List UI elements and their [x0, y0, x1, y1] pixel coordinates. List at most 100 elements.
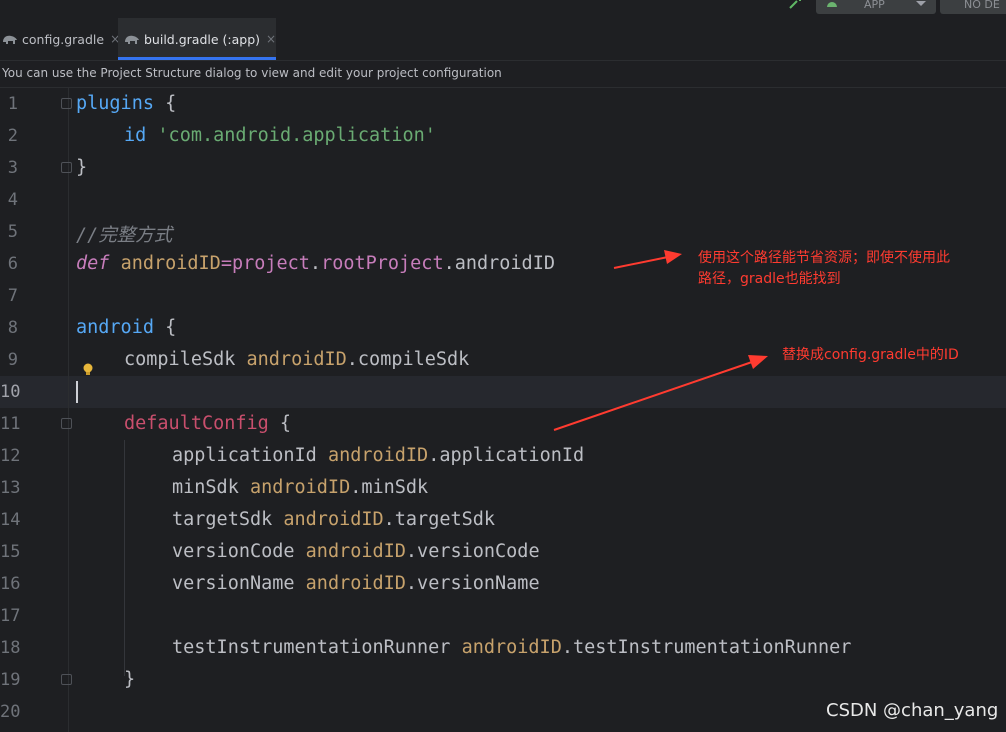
line-number: 4 [7, 190, 18, 210]
code-token: def [76, 253, 110, 274]
line-number: 11 [0, 414, 21, 434]
code-line-4[interactable]: 4 [0, 184, 1006, 216]
code-token: .testInstrumentationRunner [561, 637, 852, 658]
fold-icon[interactable] [61, 418, 72, 429]
code-line-10[interactable]: 10 [0, 376, 1006, 408]
code-token: { [268, 413, 292, 434]
code-line-1[interactable]: 1 plugins { [0, 88, 1006, 120]
code-token: = [220, 253, 232, 274]
code-token: .applicationId [428, 445, 585, 466]
code-line-8[interactable]: 8 android { [0, 312, 1006, 344]
code-line-16[interactable]: 16 versionName androidID.versionName [0, 568, 1006, 600]
code-line-13[interactable]: 13 minSdk androidID.minSdk [0, 472, 1006, 504]
line-number: 3 [7, 158, 18, 178]
run-configuration-label: APP [864, 0, 885, 11]
code-line-11[interactable]: 11 defaultConfig { [0, 408, 1006, 440]
code-line-12[interactable]: 12 applicationId androidID.applicationId [0, 440, 1006, 472]
line-number: 1 [7, 94, 18, 114]
code-token: { [153, 317, 177, 338]
code-token: android [76, 317, 154, 338]
code-token: androidID [327, 445, 429, 466]
device-selector[interactable]: NO DE [940, 0, 1006, 14]
code-token: targetSdk [172, 509, 273, 530]
annotation-note-2: 替换成config.gradle中的ID [782, 347, 959, 363]
code-token: . [309, 253, 322, 274]
toolbar: APP NO DE [0, 0, 1006, 18]
fold-icon[interactable] [61, 162, 72, 173]
line-number: 6 [7, 254, 18, 274]
code-token: .minSdk [350, 477, 429, 498]
code-token: androidID [120, 253, 221, 274]
code-line-19[interactable]: 19 } [0, 664, 1006, 696]
code-token: .compileSdk [346, 349, 470, 370]
editor-tab-bar: config.gradle × build.gradle (:app) × [0, 18, 1006, 61]
code-token: project [231, 253, 310, 274]
code-comment: //完整方式 [76, 225, 173, 246]
code-token: androidID [283, 509, 384, 530]
code-token: .versionName [405, 573, 540, 594]
code-token: minSdk [172, 477, 239, 498]
annotation-text: 使用这个路径能节省资源；即使不使用此 [698, 250, 950, 266]
code-token: .androidID [443, 253, 555, 274]
line-number: 7 [7, 286, 18, 306]
line-number: 14 [0, 510, 21, 530]
code-token: testInstrumentationRunner [172, 637, 451, 658]
line-number: 19 [0, 670, 21, 690]
line-number: 12 [0, 446, 21, 466]
tab-label: build.gradle (:app) [144, 31, 261, 47]
project-structure-banner: You can use the Project Structure dialog… [0, 61, 1006, 88]
code-token: } [124, 669, 136, 690]
code-line-18[interactable]: 18 testInstrumentationRunner androidID.t… [0, 632, 1006, 664]
code-line-17[interactable]: 17 [0, 600, 1006, 632]
code-line-2[interactable]: 2 id 'com.android.application' [0, 120, 1006, 152]
line-number: 8 [7, 318, 18, 338]
line-number: 13 [0, 478, 21, 498]
lightbulb-icon[interactable] [82, 362, 94, 376]
tab-config-gradle[interactable]: config.gradle × [0, 18, 120, 60]
code-token: rootProject [321, 253, 444, 274]
gradle-elephant-icon [124, 33, 140, 45]
line-number: 9 [7, 350, 18, 370]
code-token: applicationId [172, 445, 317, 466]
tab-label: config.gradle [22, 31, 105, 47]
code-token: androidID [249, 477, 351, 498]
code-token: id [124, 125, 147, 146]
code-line-15[interactable]: 15 versionCode androidID.versionCode [0, 536, 1006, 568]
gradle-elephant-icon [2, 33, 18, 45]
close-icon[interactable]: × [266, 32, 276, 46]
code-token: plugins [76, 93, 154, 114]
code-token: } [76, 157, 88, 178]
banner-text: You can use the Project Structure dialog… [2, 66, 502, 80]
code-line-5[interactable]: 5 //完整方式 [0, 216, 1006, 248]
line-number: 18 [0, 638, 21, 658]
text-caret [76, 381, 78, 403]
chevron-down-icon[interactable] [916, 1, 926, 6]
code-line-3[interactable]: 3 } [0, 152, 1006, 184]
tab-build-gradle-app[interactable]: build.gradle (:app) × [118, 18, 276, 60]
watermark: CSDN @chan_yang [826, 700, 999, 721]
code-token: { [153, 93, 177, 114]
code-token: androidID [246, 349, 347, 370]
fold-icon[interactable] [61, 674, 72, 685]
code-token: versionCode [172, 541, 295, 562]
code-token: androidID [305, 541, 406, 562]
annotation-text: 路径，gradle也能找到 [698, 271, 841, 287]
line-number: 2 [7, 126, 18, 146]
code-editor[interactable]: 1 plugins { 2 id 'com.android.applicatio… [0, 88, 1006, 732]
line-number: 10 [0, 382, 21, 402]
code-token: defaultConfig [124, 413, 269, 434]
code-token: .versionCode [405, 541, 540, 562]
run-configuration-selector[interactable]: APP [816, 0, 936, 14]
code-token: versionName [172, 573, 295, 594]
line-number: 16 [0, 574, 21, 594]
line-number: 5 [7, 222, 18, 242]
annotation-note-1: 使用这个路径能节省资源；即使不使用此 路径，gradle也能找到 [698, 248, 950, 290]
device-label: NO DE [964, 0, 1000, 11]
code-token: 'com.android.application' [157, 125, 436, 146]
line-number: 20 [0, 702, 21, 722]
code-token: androidID [305, 573, 406, 594]
fold-icon[interactable] [61, 98, 72, 109]
code-token: androidID [461, 637, 562, 658]
code-line-14[interactable]: 14 targetSdk androidID.targetSdk [0, 504, 1006, 536]
hammer-icon[interactable] [788, 0, 804, 10]
